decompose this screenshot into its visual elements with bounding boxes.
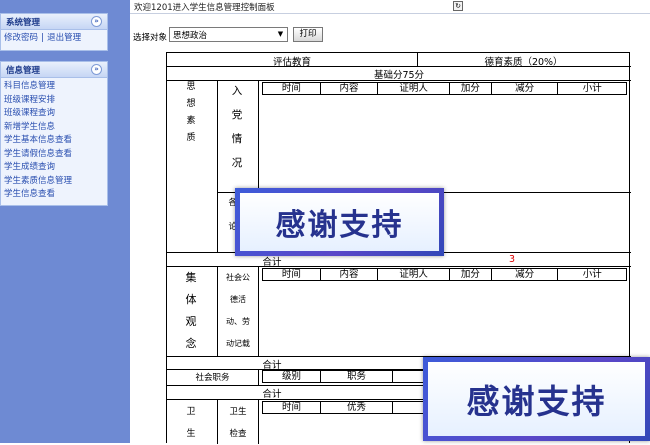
link-separator: | <box>41 33 45 43</box>
col-excellent: 优秀 <box>321 402 393 413</box>
ideology-table-header: 时间 内容 证明人 加分 减分 小计 <box>262 82 627 95</box>
col-subtotal: 小计 <box>582 269 602 280</box>
section-hygiene-label: 卫生 <box>186 407 196 439</box>
col-add: 加分 <box>450 83 492 94</box>
target-select[interactable]: 思想政治 ▼ <box>169 27 288 42</box>
info-panel: 信息管理 » 科目信息管理 班级课程安排 班级课程查询 新增学生信息 学生基本信… <box>0 61 108 206</box>
col-content: 内容 <box>321 269 379 280</box>
col-time: 时间 <box>263 402 321 413</box>
welcome-text: 欢迎1201进入学生信息管理控制面板 <box>134 3 275 13</box>
col-subtract: 减分 <box>492 269 559 280</box>
change-password-link[interactable]: 修改密码 <box>4 33 38 43</box>
col-subtotal: 小计 <box>582 83 602 94</box>
col-time: 时间 <box>263 83 321 94</box>
system-panel-header[interactable]: 系统管理 » <box>1 14 107 30</box>
sidebar-item-student-basic[interactable]: 学生基本信息查看 <box>4 134 104 148</box>
sidebar-item-score-query[interactable]: 学生成绩查询 <box>4 161 104 175</box>
total-label: 合计 <box>262 389 282 400</box>
sidebar-item-class-schedule[interactable]: 班级课程安排 <box>4 94 104 108</box>
section-ideology-label: 思想素质 <box>186 82 196 143</box>
logout-link[interactable]: 退出管理 <box>47 33 81 43</box>
sidebar-item-student-view[interactable]: 学生信息查看 <box>4 188 104 202</box>
col-time: 时间 <box>263 269 321 280</box>
sidebar-item-add-student[interactable]: 新增学生信息 <box>4 121 104 135</box>
sidebar: 系统管理 » 修改密码 | 退出管理 信息管理 » 科目信息管理 班级课程安排 班级… <box>0 0 130 443</box>
total-value: 3 <box>508 254 516 265</box>
collapse-icon[interactable]: » <box>91 16 102 27</box>
watermark-banner: 感谢支持 <box>235 188 444 256</box>
print-button[interactable]: 打印 <box>293 27 323 42</box>
col-witness: 证明人 <box>378 83 450 94</box>
section-collective-label: 集体观念 <box>185 271 197 350</box>
system-panel-title: 系统管理 <box>6 18 41 28</box>
sub-social-activity-label: 社会公 德活 动、劳 动记载 <box>226 273 250 348</box>
select-target-label: 选择对象 <box>133 33 168 43</box>
col-add: 加分 <box>450 269 492 280</box>
col-witness: 证明人 <box>378 269 450 280</box>
collective-table-header: 时间 内容 证明人 加分 减分 小计 <box>262 268 627 281</box>
refresh-icon[interactable]: ↻ <box>453 1 463 11</box>
col-level: 级别 <box>263 371 321 382</box>
sidebar-item-subject-info[interactable]: 科目信息管理 <box>4 80 104 94</box>
watermark-banner: 感谢支持 <box>423 357 650 441</box>
sidebar-item-class-query[interactable]: 班级课程查询 <box>4 107 104 121</box>
col-content: 内容 <box>321 83 379 94</box>
collapse-icon[interactable]: » <box>91 64 102 75</box>
info-panel-header[interactable]: 信息管理 » <box>1 62 107 78</box>
top-bar: 欢迎1201进入学生信息管理控制面板 ↻ <box>130 0 650 14</box>
info-panel-title: 信息管理 <box>6 66 41 76</box>
watermark-text: 感谢支持 <box>428 362 645 436</box>
system-panel: 系统管理 » 修改密码 | 退出管理 <box>0 13 108 51</box>
info-panel-body: 科目信息管理 班级课程安排 班级课程查询 新增学生信息 学生基本信息查看 学生请… <box>1 78 107 205</box>
target-select-value: 思想政治 <box>173 31 208 41</box>
social-duty-label: 社会职务 <box>195 373 230 383</box>
sidebar-item-student-leave[interactable]: 学生请假信息查看 <box>4 148 104 162</box>
watermark-text: 感谢支持 <box>240 193 439 251</box>
col-position: 职务 <box>321 371 393 382</box>
chevron-down-icon[interactable]: ▼ <box>275 29 286 40</box>
sub-hygiene-check-label: 卫生 检查 <box>229 407 247 439</box>
system-panel-body: 修改密码 | 退出管理 <box>1 30 107 50</box>
sidebar-item-quality-info[interactable]: 学生素质信息管理 <box>4 175 104 189</box>
col-subtract: 减分 <box>492 83 559 94</box>
sub-party-status-label: 入党情况 <box>231 85 243 169</box>
